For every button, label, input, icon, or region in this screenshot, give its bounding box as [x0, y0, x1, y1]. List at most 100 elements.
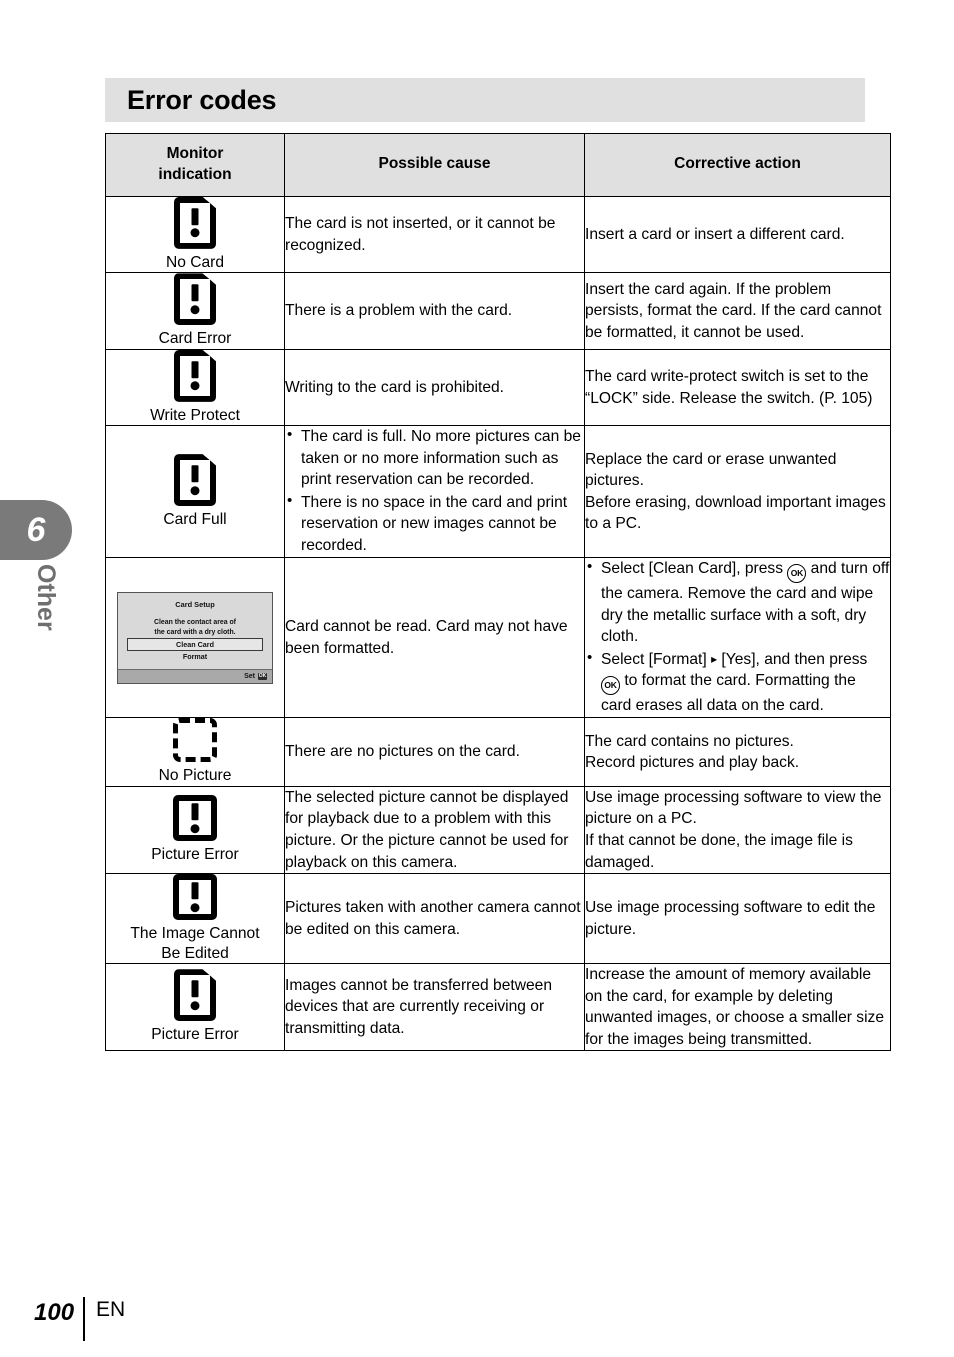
indication-label: Card Full [163, 511, 227, 529]
chapter-label-text: Other [32, 564, 60, 631]
card-setup-body-line-1: Clean the contact area of [154, 618, 236, 626]
error-codes-table: Monitor indication Possible cause Correc… [105, 133, 891, 1052]
indication-label: Write Protect [150, 406, 240, 424]
possible-cause-cell: There is a problem with the card. [284, 272, 585, 350]
set-label: Set [244, 672, 255, 680]
chapter-tab-label: Other [14, 560, 74, 700]
possible-cause-cell: Images cannot be transferred between dev… [284, 962, 585, 1052]
header-line-1: Monitor [166, 145, 224, 162]
action-line: Use image processing software to view th… [585, 788, 882, 828]
list-item: There is no space in the card and print … [285, 491, 584, 557]
table-row: Picture Error Images cannot be transferr… [105, 962, 891, 1052]
ok-button-icon: OK [258, 672, 267, 680]
possible-cause-cell: Card cannot be read. Card may not have b… [284, 557, 585, 719]
column-header-corrective-action: Corrective action [584, 133, 891, 197]
section-heading-band: Error codes [105, 78, 865, 122]
possible-cause-cell: The selected picture cannot be displayed… [284, 785, 585, 875]
table-row: Card Full The card is full. No more pict… [105, 425, 891, 559]
table-row: Picture Error The selected picture canno… [105, 785, 891, 875]
card-setup-body: Clean the contact area of the card with … [118, 618, 272, 639]
column-header-monitor-indication: Monitor indication [105, 133, 285, 197]
monitor-indication-cell: Write Protect [105, 348, 285, 427]
option-clean-card[interactable]: Clean Card [127, 637, 263, 651]
list-item: The card is full. No more pictures can b… [285, 425, 584, 491]
table-row: No Picture There are no pictures on the … [105, 717, 891, 787]
column-header-possible-cause: Possible cause [284, 133, 585, 197]
ok-button-icon: OK [787, 564, 807, 584]
exclamation-mark-icon [190, 208, 200, 238]
possible-cause-cell: The card is full. No more pictures can b… [284, 425, 585, 559]
exclamation-mark-icon [190, 361, 200, 391]
corrective-action-cell: Select [Clean Card], press OK and turn o… [584, 557, 891, 719]
chapter-number: 6 [26, 510, 46, 549]
action-bullet-list: Select [Clean Card], press OK and turn o… [585, 557, 890, 717]
page-footer: 100 EN [34, 1296, 126, 1341]
table-row: Card Setup Clean the contact area of the… [105, 557, 891, 719]
page-title: Error codes [127, 84, 277, 115]
chapter-tab: 6 [0, 500, 72, 560]
card-setup-options: Clean Card Format [127, 637, 263, 661]
card-setup-title: Card Setup [175, 599, 215, 609]
possible-cause-cell: The card is not inserted, or it cannot b… [284, 195, 585, 274]
corrective-action-cell: Insert a card or insert a different card… [584, 195, 891, 274]
language-code: EN [96, 1298, 126, 1321]
ok-button-icon: OK [601, 675, 620, 695]
action-line: Before erasing, download important image… [585, 493, 886, 533]
monitor-indication-cell: The Image Cannot Be Edited [105, 873, 285, 964]
indication-label: No Picture [158, 767, 232, 785]
card-error-icon [174, 349, 216, 402]
corrective-action-cell: The card write-protect switch is set to … [584, 348, 891, 427]
table-header-row: Monitor indication Possible cause Correc… [105, 133, 891, 197]
exclamation-mark-icon [190, 980, 200, 1011]
indication-label-line-2: Be Edited [161, 944, 229, 962]
table-row: Write Protect Writing to the card is pro… [105, 348, 891, 427]
monitor-indication-cell: Card Setup Clean the contact area of the… [105, 557, 285, 719]
action-line: If that cannot be done, the image file i… [585, 831, 853, 871]
indication-label: No Card [165, 253, 225, 271]
picture-error-icon [173, 795, 217, 842]
indication-label: The Image Cannot Be Edited [106, 924, 284, 963]
right-arrow-icon: ▸ [711, 651, 718, 666]
monitor-indication-cell: Card Error [105, 272, 285, 350]
picture-error-icon [173, 874, 217, 921]
monitor-indication-cell: No Picture [105, 717, 285, 787]
corrective-action-cell: Use image processing software to view th… [584, 785, 891, 875]
possible-cause-cell: There are no pictures on the card. [284, 717, 585, 787]
possible-cause-cell: Pictures taken with another camera canno… [284, 873, 585, 964]
corrective-action-cell: The card contains no pictures. Record pi… [584, 717, 891, 787]
monitor-indication-cell: Picture Error [105, 785, 285, 875]
page-number: 100 [34, 1299, 75, 1326]
monitor-indication-cell: No Card [105, 195, 285, 274]
card-setup-footer-bar: Set OK [118, 668, 272, 683]
indication-label-line-1: The Image Cannot [130, 925, 260, 943]
card-error-icon [174, 454, 216, 507]
table-row: The Image Cannot Be Edited Pictures take… [105, 873, 891, 964]
corrective-action-cell: Insert the card again. If the problem pe… [584, 272, 891, 350]
indication-label: Picture Error [151, 846, 239, 864]
card-error-icon [174, 196, 216, 249]
monitor-indication-cell: Picture Error [105, 962, 285, 1052]
list-item: Select [Clean Card], press OK and turn o… [585, 557, 890, 647]
card-error-icon [174, 969, 216, 1022]
footer-divider [83, 1297, 86, 1341]
indication-label: Card Error [158, 330, 232, 348]
corrective-action-cell: Use image processing software to edit th… [584, 873, 891, 964]
action-line: The card contains no pictures. [585, 732, 794, 750]
action-line: Replace the card or erase unwanted pictu… [585, 450, 837, 490]
action-line: Record pictures and play back. [585, 754, 800, 772]
card-setup-screen: Card Setup Clean the contact area of the… [117, 591, 273, 684]
exclamation-mark-icon [190, 803, 200, 833]
exclamation-mark-icon [190, 465, 200, 495]
table-row: Card Error There is a problem with the c… [105, 272, 891, 350]
card-error-icon [174, 273, 216, 326]
no-picture-icon [173, 718, 217, 763]
list-item: Select [Format] ▸ [Yes], and then press … [585, 648, 890, 717]
cause-bullet-list: The card is full. No more pictures can b… [285, 425, 584, 557]
exclamation-mark-icon [190, 284, 200, 315]
header-line-2: indication [158, 165, 232, 183]
option-format[interactable]: Format [127, 651, 263, 661]
indication-label: Picture Error [151, 1026, 239, 1044]
corrective-action-cell: Replace the card or erase unwanted pictu… [584, 425, 891, 559]
exclamation-mark-icon [190, 882, 200, 912]
possible-cause-cell: Writing to the card is prohibited. [284, 348, 585, 427]
